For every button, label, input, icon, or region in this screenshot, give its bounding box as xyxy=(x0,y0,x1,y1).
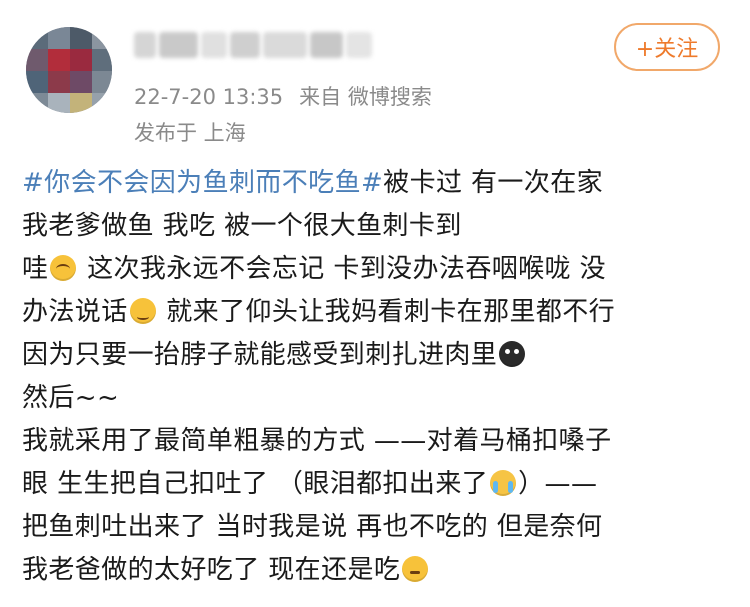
line-text: 因为只要一抬脖子就能感受到刺扎进肉里 xyxy=(22,340,498,370)
content-line: 因为只要一抬脖子就能感受到刺扎进肉里 xyxy=(22,334,734,377)
post-content: #你会不会因为鱼刺而不吃鱼#被卡过 有一次在家 我老爹做鱼 我吃 被一个很大鱼刺… xyxy=(22,162,734,592)
sad-face-icon xyxy=(50,255,77,281)
line-text: 这次我永远不会忘记 卡到没办法吞咽喉咙 没 xyxy=(78,254,607,284)
line-text: 就来了仰头让我妈看刺卡在那里都不行 xyxy=(157,297,616,327)
sweat-smile-icon xyxy=(129,298,156,324)
line-text: 被卡过 有一次在家 xyxy=(383,168,604,198)
line-text: 眼 生生把自己扣吐了 （眼泪都扣出来了 xyxy=(22,469,489,499)
hashtag-link[interactable]: #你会不会因为鱼刺而不吃鱼# xyxy=(22,168,383,198)
follow-button[interactable]: +关注 xyxy=(614,23,720,71)
line-text: 哇 xyxy=(22,254,49,284)
post-source[interactable]: 来自 微博搜索 xyxy=(299,85,432,109)
avatar[interactable] xyxy=(26,27,112,113)
content-line: 我就采用了最简单粗暴的方式 ——对着马桶扣嗓子 xyxy=(22,426,612,456)
content-line: 我老爹做鱼 我吃 被一个很大鱼刺卡到 xyxy=(22,211,462,241)
content-line: 然后~~ xyxy=(22,383,120,413)
content-line: 我老爸做的太好吃了 现在还是吃 xyxy=(22,549,734,592)
post-meta: 22-7-20 13:35 来自 微博搜索 xyxy=(134,81,432,111)
line-text: ）—— xyxy=(518,469,598,499)
thinking-icon xyxy=(402,556,429,582)
content-line: 眼 生生把自己扣吐了 （眼泪都扣出来了 ）—— xyxy=(22,463,734,506)
post-location: 发布于 上海 xyxy=(134,121,246,145)
content-line: #你会不会因为鱼刺而不吃鱼#被卡过 有一次在家 xyxy=(22,162,734,205)
post-timestamp: 22-7-20 13:35 xyxy=(134,85,284,109)
content-line: 哇 这次我永远不会忘记 卡到没办法吞咽喉咙 没 xyxy=(22,248,734,291)
crying-icon xyxy=(490,470,517,496)
line-text: 办法说话 xyxy=(22,297,128,327)
black-cry-icon xyxy=(499,341,526,367)
content-line: 办法说话 就来了仰头让我妈看刺卡在那里都不行 xyxy=(22,291,734,334)
line-text: 我老爸做的太好吃了 现在还是吃 xyxy=(22,555,401,585)
weibo-post: 22-7-20 13:35 来自 微博搜索 发布于 上海 +关注 #你会不会因为鱼… xyxy=(0,0,750,607)
content-line: 把鱼刺吐出来了 当时我是说 再也不吃的 但是奈何 xyxy=(22,512,603,542)
username-blurred[interactable] xyxy=(134,30,372,60)
